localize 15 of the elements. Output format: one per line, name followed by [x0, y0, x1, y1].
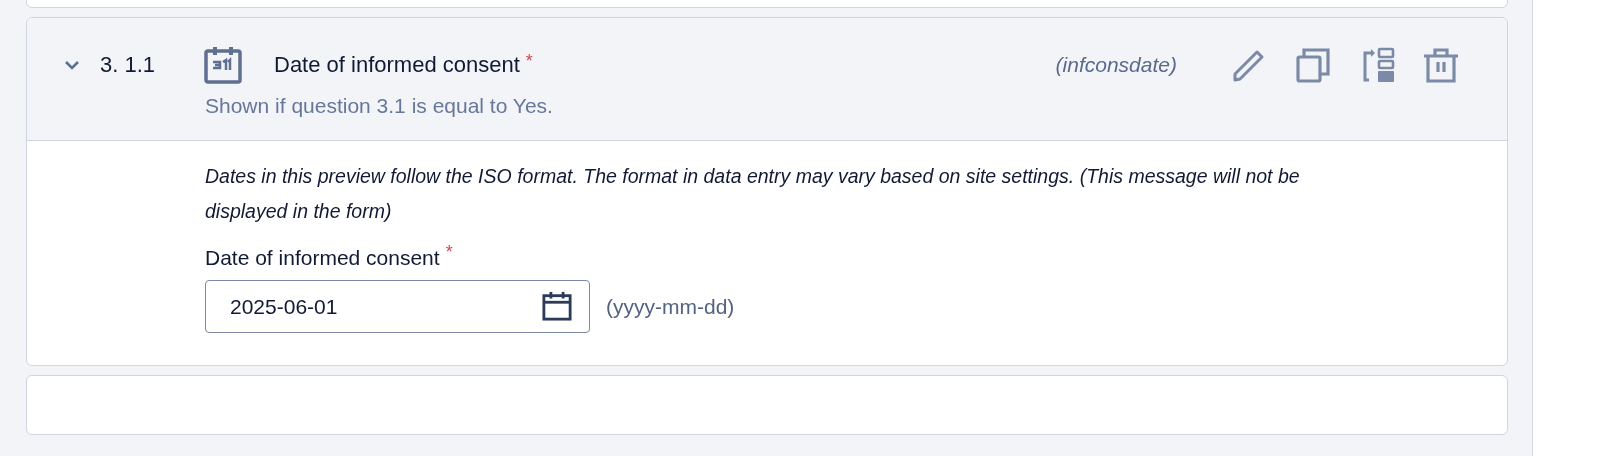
calendar-icon — [204, 46, 242, 84]
trash-icon[interactable] — [1423, 47, 1459, 83]
required-asterisk: * — [445, 242, 453, 263]
variable-name: (infconsdate) — [1055, 53, 1177, 77]
chevron-down-icon[interactable] — [64, 60, 80, 70]
question-title: Date of informed consent — [274, 52, 520, 78]
date-input[interactable]: 2025-06-01 — [205, 280, 590, 333]
format-note: Dates in this preview follow the ISO format. The format in data entry may vary based on site settings. (This message will not be displayed in the form) — [205, 164, 1301, 224]
copy-icon[interactable] — [1295, 47, 1331, 83]
condition-text: Shown if question 3.1 is equal to Yes. — [205, 94, 554, 118]
calendar-icon[interactable] — [542, 291, 572, 321]
format-hint: (yyyy-mm-dd) — [606, 294, 735, 319]
field-label: Date of informed consent — [205, 246, 440, 270]
required-asterisk: * — [525, 51, 533, 72]
question-number: 3. 1.1 — [100, 52, 157, 78]
